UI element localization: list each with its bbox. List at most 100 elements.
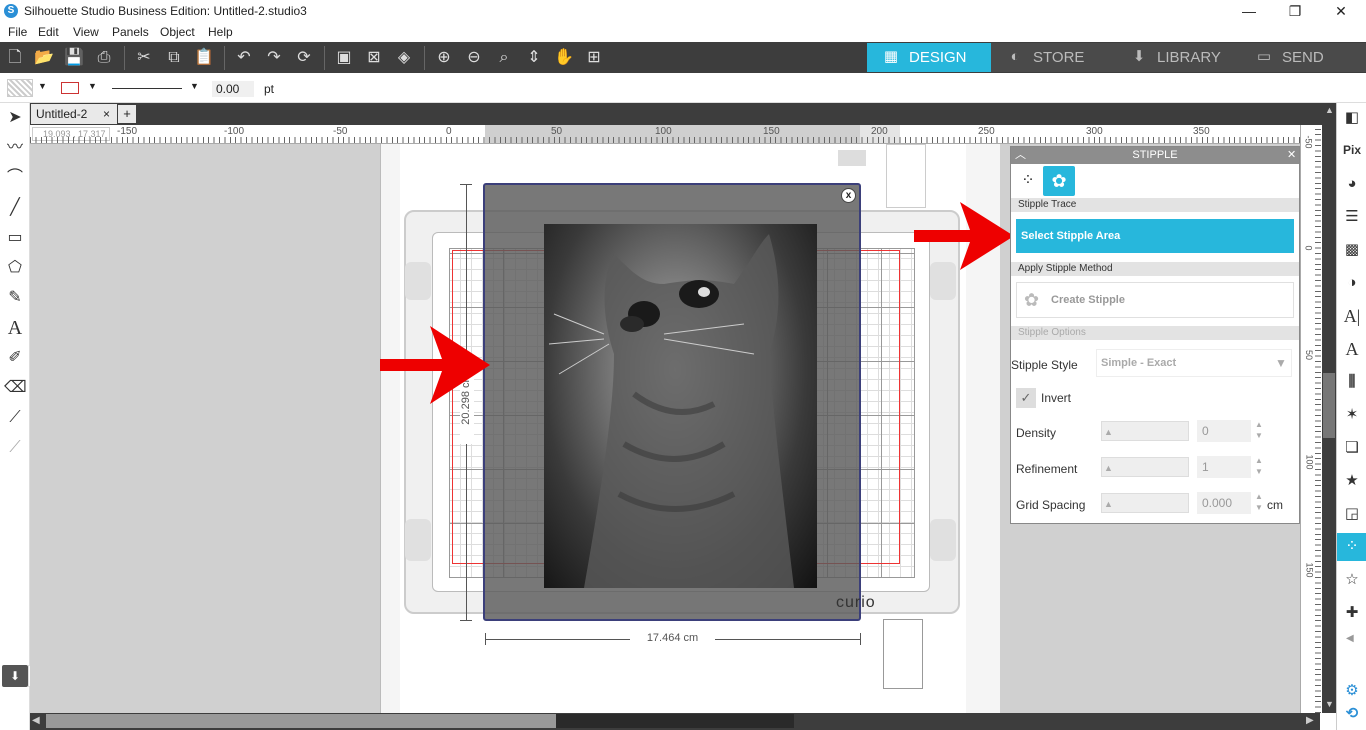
refinement-slider[interactable]: ▲ bbox=[1101, 457, 1189, 477]
fill-dropdown-icon[interactable]: ▼ bbox=[38, 81, 47, 91]
vertical-scrollbar[interactable]: ▲ ▼ bbox=[1322, 103, 1336, 713]
menu-view[interactable]: View bbox=[73, 25, 99, 39]
eyedropper-icon[interactable]: ⟋ bbox=[4, 437, 26, 459]
line-width-input[interactable]: 0.00 bbox=[212, 81, 254, 97]
zoom-selection-icon[interactable]: ⌕ bbox=[494, 48, 514, 68]
select-arrow-icon[interactable]: ➤ bbox=[4, 107, 26, 129]
menu-panels[interactable]: Panels bbox=[112, 25, 149, 39]
tab-untitled-2[interactable]: Untitled-2 × bbox=[31, 104, 117, 124]
group-icon[interactable]: ▣ bbox=[334, 48, 354, 68]
cut-icon[interactable]: ✂ bbox=[134, 48, 154, 68]
line-tool-icon[interactable]: ╱ bbox=[4, 197, 26, 219]
star-icon[interactable]: ★ bbox=[1341, 470, 1363, 492]
menu-file[interactable]: File bbox=[8, 25, 27, 39]
stipple-style-select[interactable]: Simple - Exact ▼ bbox=[1096, 349, 1292, 377]
line-style-preview[interactable] bbox=[112, 88, 182, 89]
curve-tool-icon[interactable]: ⌒ bbox=[4, 167, 26, 189]
sync-icon[interactable]: ⟲ bbox=[1341, 703, 1363, 725]
fill-palette-icon[interactable]: ◕ bbox=[1341, 173, 1363, 195]
scroll-up-icon[interactable]: ▲ bbox=[1325, 105, 1334, 115]
refinement-input[interactable]: 1 bbox=[1197, 456, 1251, 478]
line-color-dropdown-icon[interactable]: ▼ bbox=[88, 81, 97, 91]
tab-store[interactable]: ◐ STORE bbox=[991, 43, 1115, 72]
page-setup-icon[interactable]: ◧ bbox=[1341, 107, 1363, 129]
density-input[interactable]: 0 bbox=[1197, 420, 1251, 442]
horizontal-scroll-thumb[interactable] bbox=[556, 714, 794, 728]
rhinestone-icon[interactable]: ☆ bbox=[1341, 569, 1363, 591]
line-color-swatch[interactable] bbox=[61, 82, 79, 94]
fit-window-icon[interactable]: ⊞ bbox=[584, 48, 604, 68]
open-folder-icon[interactable]: 📂 bbox=[34, 48, 54, 68]
grid-spacing-input[interactable]: 0.000 bbox=[1197, 492, 1251, 514]
minimize-button[interactable]: — bbox=[1226, 0, 1272, 22]
close-panel-icon[interactable]: ✕ bbox=[1287, 147, 1296, 164]
tab-send[interactable]: ▭ SEND bbox=[1240, 43, 1366, 72]
tab-library[interactable]: ⬇ LIBRARY bbox=[1115, 43, 1240, 72]
zoom-out-icon[interactable]: ⊖ bbox=[464, 48, 484, 68]
stipple-dots-icon[interactable]: ⁘ bbox=[1014, 167, 1042, 195]
replicate-icon[interactable]: ❏ bbox=[1341, 437, 1363, 459]
pencil-tool-icon[interactable]: ✎ bbox=[4, 287, 26, 309]
line-style-dropdown-icon[interactable]: ▼ bbox=[190, 81, 199, 91]
library-drawer-icon[interactable]: ⬇ bbox=[2, 665, 28, 687]
stipple-panel-icon[interactable]: ⁘ bbox=[1337, 533, 1366, 561]
pan-hand-icon[interactable]: ✋ bbox=[554, 48, 574, 68]
close-window-button[interactable]: ✕ bbox=[1318, 0, 1364, 22]
save-icon[interactable]: 💾 bbox=[64, 48, 84, 68]
point-edit-icon[interactable]: 〰 bbox=[4, 137, 26, 159]
fit-page-icon[interactable]: ⇕ bbox=[524, 48, 544, 68]
paste-icon[interactable]: 📋 bbox=[194, 48, 214, 68]
stipple-shape-icon[interactable]: ✿ bbox=[1043, 166, 1075, 196]
invert-checkbox[interactable]: ✓ bbox=[1016, 388, 1036, 408]
collapse-panels-icon[interactable]: ◀ bbox=[1346, 633, 1354, 644]
line-style-icon[interactable]: ☰ bbox=[1341, 206, 1363, 228]
scroll-down-icon[interactable]: ▼ bbox=[1325, 699, 1334, 709]
print-icon[interactable]: ⎙ bbox=[94, 48, 114, 68]
tab-design[interactable]: ▦ DESIGN bbox=[867, 43, 991, 72]
cat-photo[interactable] bbox=[544, 224, 817, 588]
shadow-icon[interactable]: ◑ bbox=[1341, 272, 1363, 294]
create-stipple-button[interactable]: ✿ Create Stipple bbox=[1016, 282, 1294, 318]
align-icon[interactable]: ⫼ bbox=[1341, 371, 1363, 393]
redraw-icon[interactable]: ⟳ bbox=[294, 48, 314, 68]
zoom-in-icon[interactable]: ⊕ bbox=[434, 48, 454, 68]
grid-spacing-slider[interactable]: ▲ bbox=[1101, 493, 1189, 513]
scroll-right-icon[interactable]: ▶ bbox=[1306, 715, 1314, 726]
eraser-tool-icon[interactable]: ⌫ bbox=[4, 377, 27, 399]
puzzle-icon[interactable]: ✚ bbox=[1341, 602, 1363, 624]
text-style-icon[interactable]: A| bbox=[1341, 305, 1363, 327]
offset-icon[interactable]: ◲ bbox=[1341, 503, 1363, 525]
close-selection-button[interactable]: x bbox=[841, 188, 856, 203]
add-tab-button[interactable]: + bbox=[118, 105, 136, 123]
close-tab-icon[interactable]: × bbox=[103, 104, 110, 124]
text-tool-icon[interactable]: A bbox=[4, 317, 26, 339]
copy-icon[interactable]: ⧉ bbox=[164, 48, 184, 68]
grid-spacing-spinner-icon[interactable]: ▲ ▼ bbox=[1255, 491, 1263, 513]
refinement-spinner-icon[interactable]: ▲ ▼ bbox=[1255, 455, 1263, 477]
density-slider[interactable]: ▲ bbox=[1101, 421, 1189, 441]
transform-icon[interactable]: ✶ bbox=[1341, 404, 1363, 426]
font-icon[interactable]: A bbox=[1341, 338, 1363, 360]
fill-pattern-swatch[interactable] bbox=[7, 79, 33, 97]
new-file-icon[interactable]: 🗋 bbox=[5, 48, 25, 68]
vertical-scroll-thumb[interactable] bbox=[1323, 373, 1335, 438]
select-stipple-area-button[interactable]: Select Stipple Area bbox=[1016, 219, 1294, 253]
fill-pattern-icon[interactable]: ▩ bbox=[1341, 239, 1363, 261]
redo-icon[interactable]: ↷ bbox=[264, 48, 284, 68]
pixscan-icon[interactable]: Pix bbox=[1341, 139, 1363, 161]
menu-edit[interactable]: Edit bbox=[38, 25, 59, 39]
ungroup-icon[interactable]: ⊠ bbox=[364, 48, 384, 68]
menu-object[interactable]: Object bbox=[160, 25, 195, 39]
polygon-tool-icon[interactable]: ⬠ bbox=[4, 257, 26, 279]
maximize-button[interactable]: ❐ bbox=[1272, 0, 1318, 22]
rectangle-tool-icon[interactable]: ▭ bbox=[4, 227, 26, 249]
menu-help[interactable]: Help bbox=[208, 25, 233, 39]
sketch-tool-icon[interactable]: ✐ bbox=[4, 347, 26, 369]
compound-path-icon[interactable]: ◈ bbox=[394, 48, 414, 68]
density-spinner-icon[interactable]: ▲ ▼ bbox=[1255, 419, 1263, 441]
horizontal-scrollbar[interactable]: ◀ ▶ bbox=[30, 713, 1320, 730]
settings-gear-icon[interactable]: ⚙ bbox=[1341, 680, 1363, 702]
knife-tool-icon[interactable]: ⟋ bbox=[4, 407, 26, 429]
scroll-left-icon[interactable]: ◀ bbox=[32, 715, 40, 726]
undo-icon[interactable]: ↶ bbox=[234, 48, 254, 68]
